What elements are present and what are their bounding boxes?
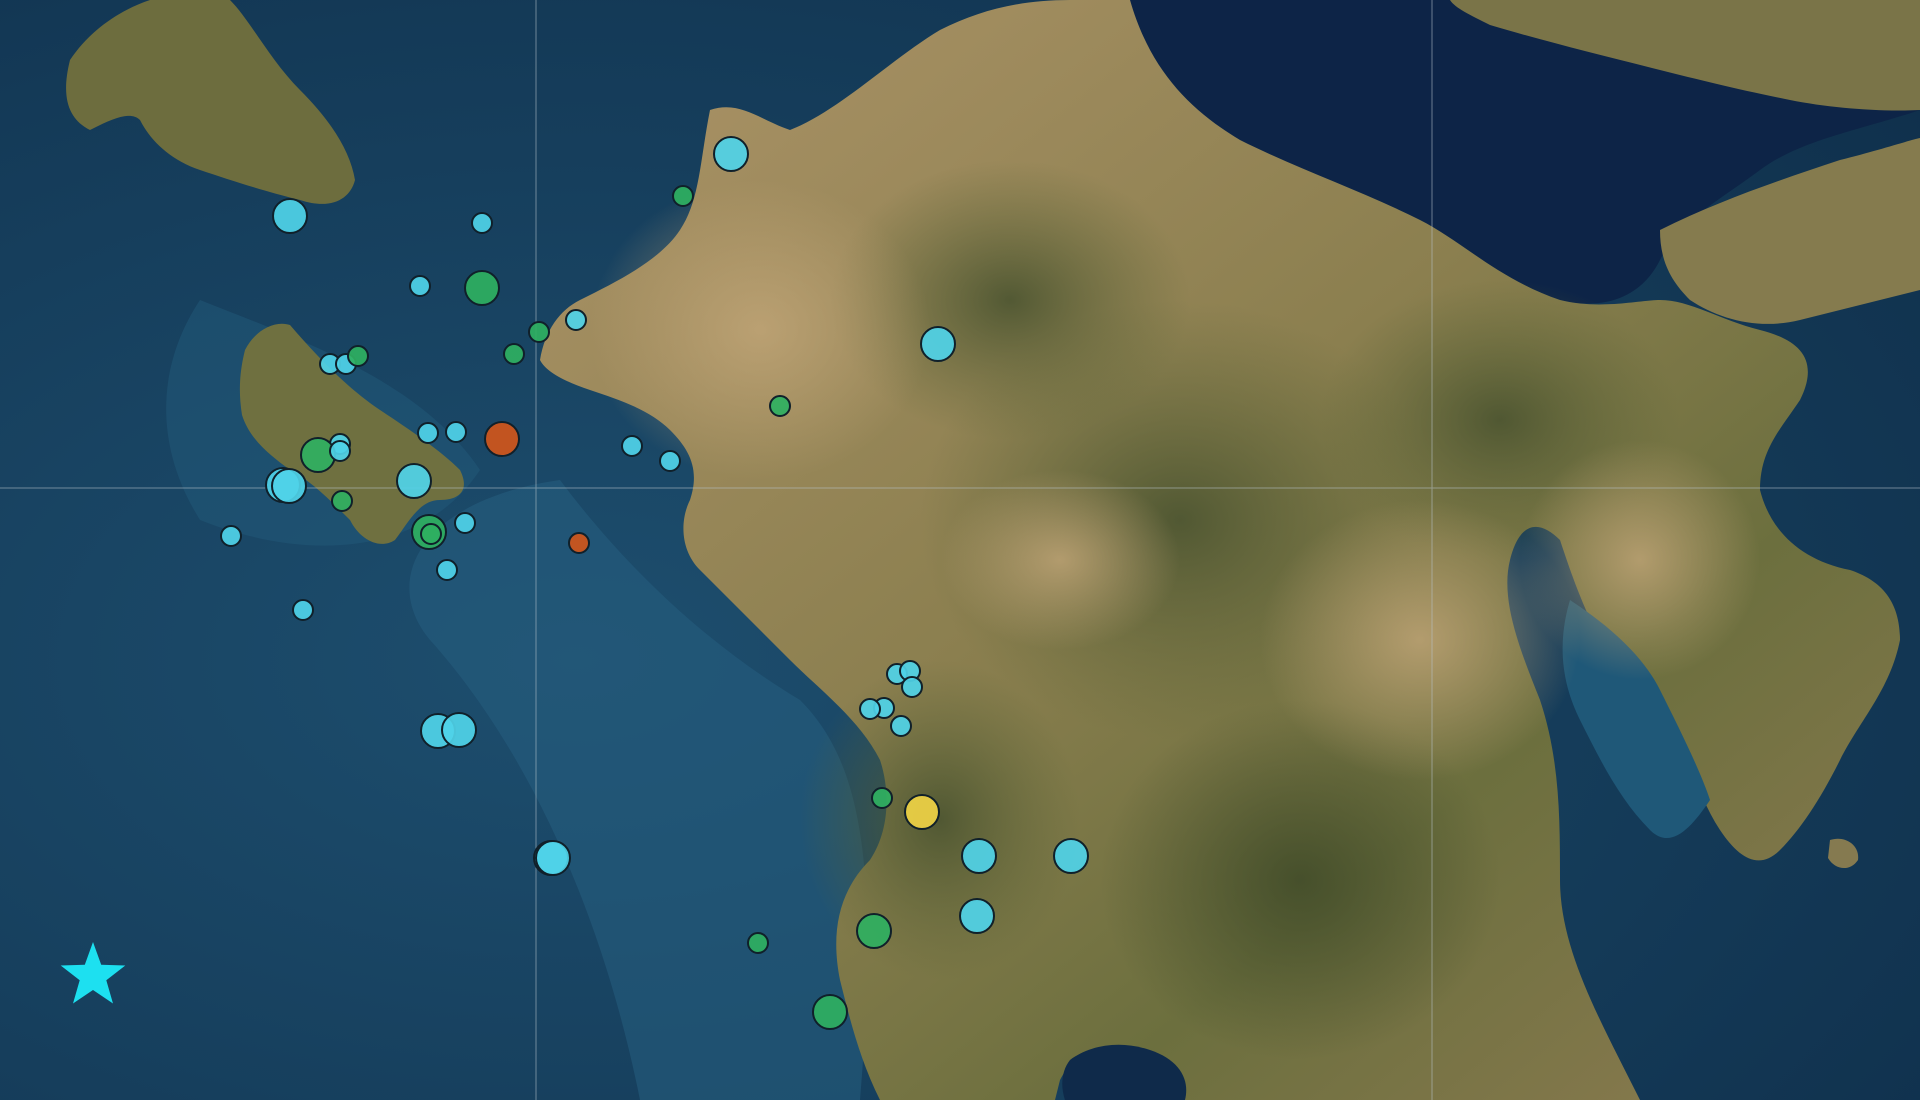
dry-plain: [1520, 440, 1760, 680]
earthquake-marker-green[interactable]: [812, 994, 848, 1030]
earthquake-marker-cyan[interactable]: [409, 275, 431, 297]
earthquake-marker-orange[interactable]: [568, 532, 590, 554]
earthquake-marker-green[interactable]: [856, 913, 892, 949]
earthquake-marker-cyan[interactable]: [220, 525, 242, 547]
earthquake-marker-cyan[interactable]: [890, 715, 912, 737]
earthquake-marker-green[interactable]: [331, 490, 353, 512]
earthquake-marker-cyan[interactable]: [417, 422, 439, 444]
earthquake-marker-cyan[interactable]: [920, 326, 956, 362]
map-canvas[interactable]: [0, 0, 1920, 1100]
earthquake-marker-green[interactable]: [464, 270, 500, 306]
earthquake-marker-cyan[interactable]: [901, 676, 923, 698]
earthquake-marker-cyan[interactable]: [436, 559, 458, 581]
earthquake-marker-cyan[interactable]: [272, 198, 308, 234]
earthquake-marker-cyan[interactable]: [621, 435, 643, 457]
earthquake-marker-green[interactable]: [528, 321, 550, 343]
earthquake-marker-orange[interactable]: [484, 421, 520, 457]
earthquake-marker-green[interactable]: [503, 343, 525, 365]
earthquake-marker-cyan[interactable]: [959, 898, 995, 934]
earthquake-marker-cyan[interactable]: [961, 838, 997, 874]
earthquake-marker-green[interactable]: [347, 345, 369, 367]
seismic-map[interactable]: [0, 0, 1920, 1100]
earthquake-marker-cyan[interactable]: [859, 698, 881, 720]
earthquake-marker-cyan[interactable]: [535, 840, 571, 876]
earthquake-marker-cyan[interactable]: [659, 450, 681, 472]
earthquake-marker-cyan[interactable]: [445, 421, 467, 443]
earthquake-marker-cyan[interactable]: [396, 463, 432, 499]
earthquake-marker-green[interactable]: [769, 395, 791, 417]
dry-plain: [590, 180, 930, 480]
earthquake-marker-cyan[interactable]: [271, 468, 307, 504]
earthquake-marker-cyan[interactable]: [329, 440, 351, 462]
earthquake-marker-cyan[interactable]: [471, 212, 493, 234]
earthquake-marker-cyan[interactable]: [441, 712, 477, 748]
earthquake-marker-green[interactable]: [871, 787, 893, 809]
earthquake-marker-green[interactable]: [747, 932, 769, 954]
earthquake-marker-yellow[interactable]: [904, 794, 940, 830]
earthquake-marker-green[interactable]: [420, 523, 442, 545]
earthquake-marker-cyan[interactable]: [1053, 838, 1089, 874]
earthquake-marker-cyan[interactable]: [565, 309, 587, 331]
earthquake-marker-cyan[interactable]: [292, 599, 314, 621]
mountain-shade: [800, 660, 1080, 980]
earthquake-marker-cyan[interactable]: [454, 512, 476, 534]
earthquake-marker-cyan[interactable]: [713, 136, 749, 172]
earthquake-marker-green[interactable]: [672, 185, 694, 207]
dry-plain: [940, 470, 1180, 650]
